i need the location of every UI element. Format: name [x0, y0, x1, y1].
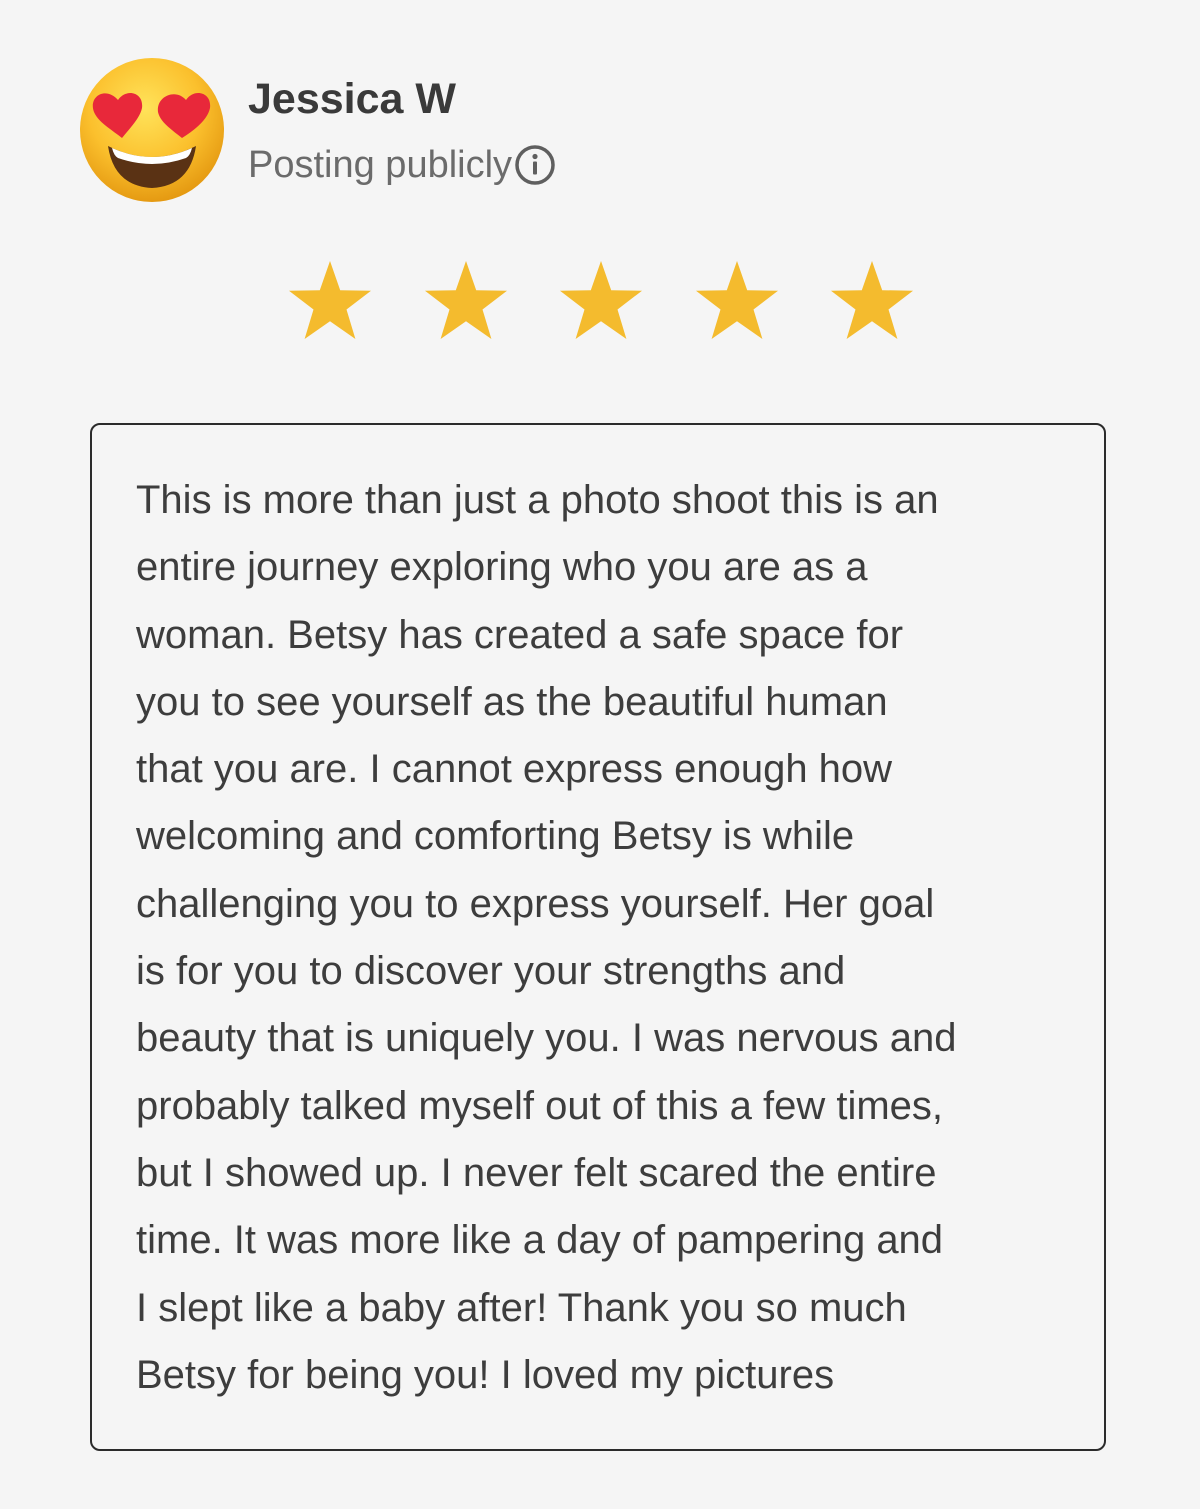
review-line: Betsy for being you! I loved my pictures — [136, 1352, 835, 1397]
info-icon[interactable] — [514, 144, 556, 186]
star-icon[interactable] — [422, 258, 510, 342]
star-rating[interactable] — [286, 258, 916, 342]
review-line: This is more than just a photo shoot thi… — [136, 478, 939, 522]
review-line: entire journey exploring who you are as … — [136, 545, 868, 590]
star-icon[interactable] — [557, 258, 645, 342]
star-icon[interactable] — [693, 258, 781, 342]
review-text-field[interactable]: This is more than just a photo shoot thi… — [90, 423, 1106, 1451]
review-line: woman. Betsy has created a safe space fo… — [136, 612, 904, 657]
review-line: beauty that is uniquely you. I was nervo… — [136, 1016, 957, 1061]
review-line: you to see yourself as the beautiful hum… — [136, 679, 888, 724]
review-line: welcoming and comforting Betsy is while — [136, 814, 855, 859]
posting-status-label: Posting publicly — [248, 144, 513, 186]
heart-eyes-emoji-icon — [78, 56, 226, 204]
review-line: challenging you to express yourself. Her… — [136, 881, 935, 926]
review-line: is for you to discover your strengths an… — [136, 949, 846, 994]
posting-status-row: Posting publicly — [248, 140, 556, 190]
review-line: I slept like a baby after! Thank you so … — [136, 1285, 907, 1330]
review-line: probably talked myself out of this a few… — [136, 1083, 944, 1128]
review-line: but I showed up. I never felt scared the… — [136, 1150, 937, 1195]
review-text: This is more than just a photo shoot thi… — [136, 467, 1086, 1409]
reviewer-name: Jessica W — [248, 75, 456, 123]
star-icon[interactable] — [286, 258, 374, 342]
star-icon[interactable] — [828, 258, 916, 342]
review-line: time. It was more like a day of pamperin… — [136, 1218, 944, 1263]
review-header: Jessica W Posting publicly — [78, 56, 778, 206]
review-line: that you are. I cannot express enough ho… — [136, 747, 893, 792]
